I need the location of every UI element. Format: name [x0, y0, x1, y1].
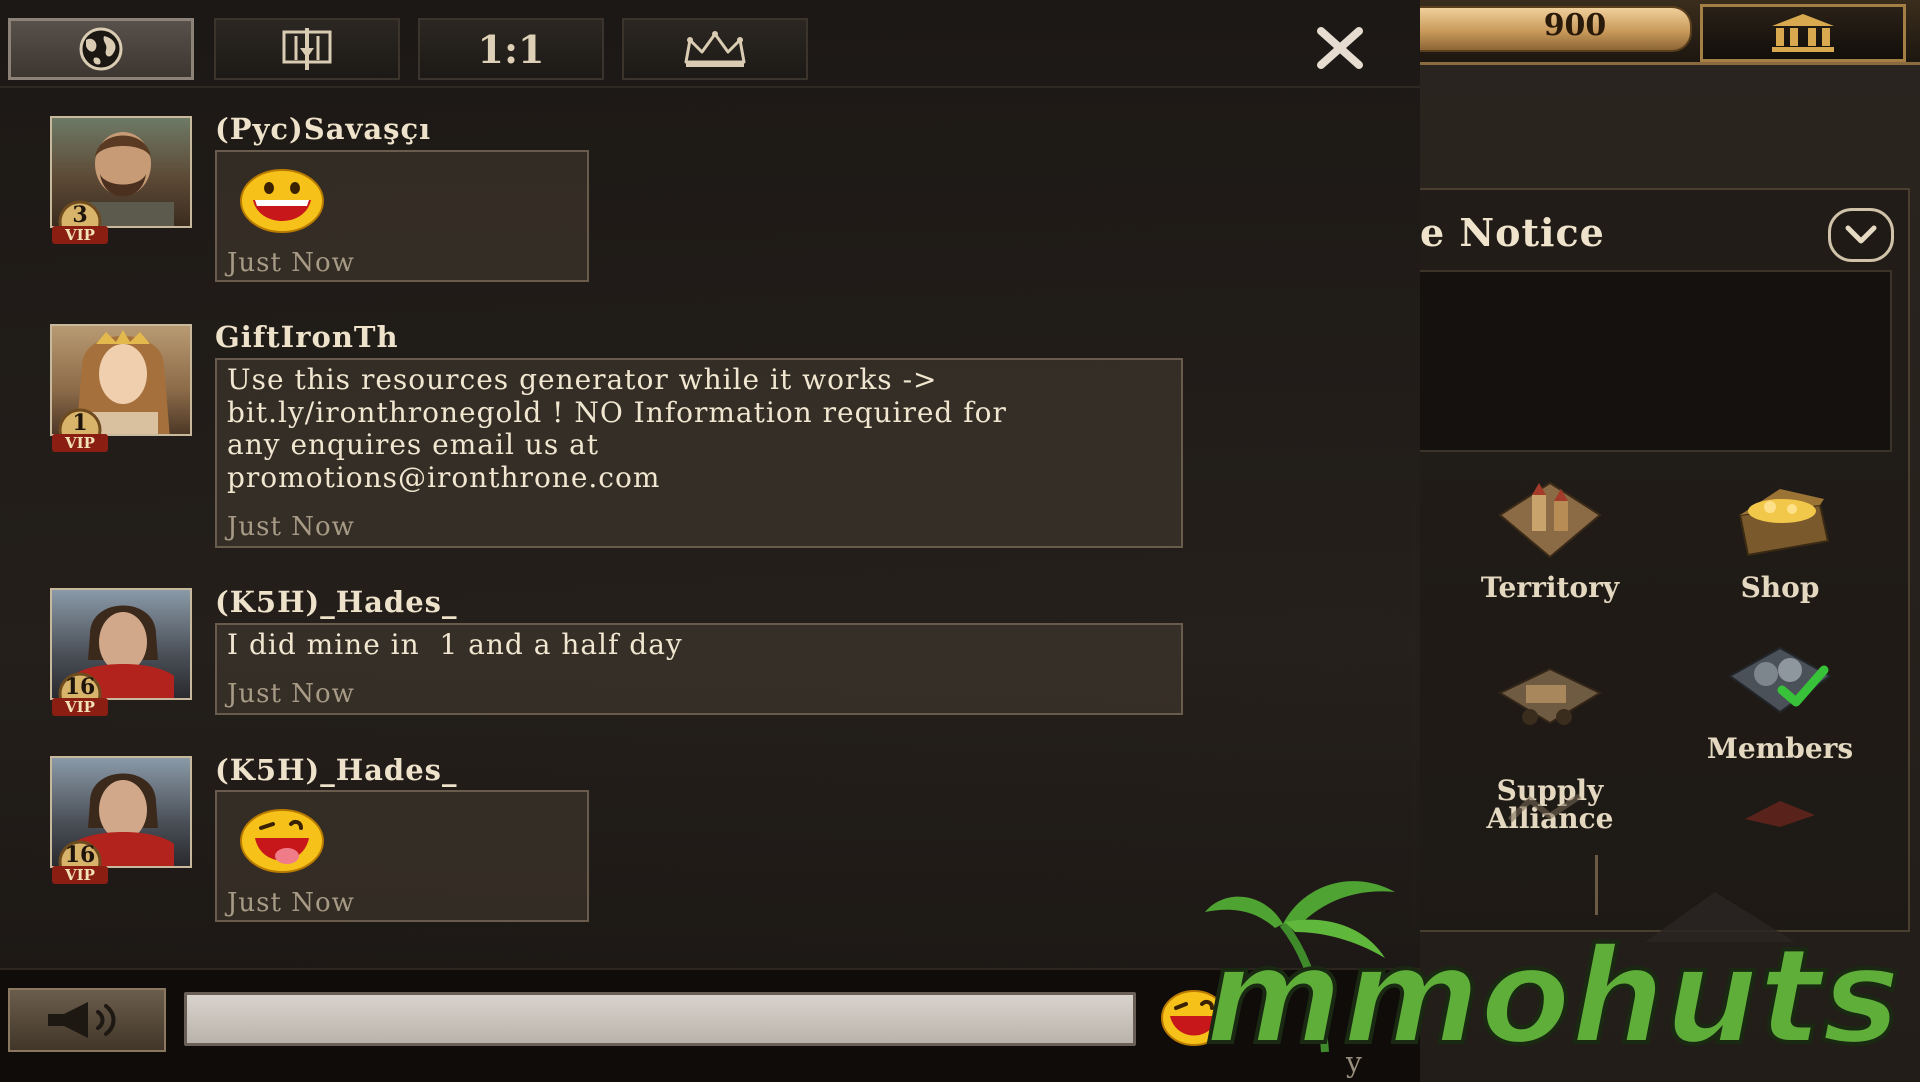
message-bubble: I did mine in 1 and a half day Just Now	[215, 623, 1183, 715]
territory-icon	[1498, 481, 1602, 559]
crown-icon	[684, 31, 746, 67]
alliance-banner-icon	[282, 28, 332, 70]
menu-territory[interactable]: Territory	[1460, 475, 1640, 604]
wink-tongue-emoji	[240, 809, 324, 873]
resource-value: 900	[1543, 8, 1607, 43]
message-sender[interactable]: (K5H)_Hades_	[215, 585, 457, 619]
message-time: Just Now	[227, 888, 355, 918]
menu-members-label: Members	[1706, 732, 1854, 765]
vip-badge: 16 VIP	[46, 840, 114, 894]
message-text: Use this resources generator while it wo…	[227, 363, 1007, 494]
vip-badge: 16 VIP	[46, 672, 114, 726]
menu-shop-label: Shop	[1740, 571, 1820, 604]
tabs-divider	[0, 86, 1420, 88]
stray-text: y	[1346, 1046, 1362, 1079]
vip-label: VIP	[52, 866, 108, 884]
message-sender[interactable]: (Pyc)Savaşçı	[215, 112, 431, 146]
vip-label: VIP	[52, 698, 108, 716]
grin-emoji	[240, 169, 324, 233]
close-icon	[1317, 27, 1363, 69]
message-sender[interactable]: (K5H)_Hades_	[215, 753, 457, 787]
supply-cart-icon	[1497, 667, 1603, 725]
message-bubble: Just Now	[215, 150, 589, 282]
vip-level: 16	[64, 674, 96, 700]
tab-world[interactable]	[8, 18, 194, 80]
chat-input[interactable]	[184, 992, 1136, 1046]
broadcast-button[interactable]	[8, 988, 166, 1052]
members-icon	[1728, 646, 1832, 714]
message-time: Just Now	[227, 512, 355, 542]
vip-level: 1	[72, 410, 88, 436]
bank-button[interactable]	[1700, 4, 1906, 62]
treasure-chest-icon	[1738, 489, 1830, 557]
vip-badge: 3 VIP	[46, 200, 114, 254]
message-time: Just Now	[227, 679, 355, 709]
watermark-logo: mmohuts	[1205, 881, 1902, 1062]
menu-territory-label: Territory	[1480, 571, 1620, 604]
close-button[interactable]	[1310, 18, 1370, 78]
chevron-down-icon	[1845, 225, 1877, 244]
vip-label: VIP	[52, 226, 108, 244]
megaphone-icon	[48, 1002, 116, 1038]
message-text: I did mine in 1 and a half day	[227, 628, 683, 661]
vip-label: VIP	[52, 434, 108, 452]
message-sender[interactable]: GiftIronTh	[215, 320, 399, 354]
menu-shop[interactable]: Shop	[1700, 475, 1860, 604]
vip-level: 16	[64, 842, 96, 868]
bank-icon	[1772, 14, 1834, 52]
tab-private-label: 1:1	[477, 26, 545, 72]
faded-menu-icon	[1745, 801, 1815, 827]
vip-level: 3	[72, 202, 88, 228]
vip-badge: 1 VIP	[46, 408, 114, 462]
notice-body	[1420, 270, 1892, 452]
watermark-text: mmohuts	[1205, 920, 1900, 1062]
message-bubble: Use this resources generator while it wo…	[215, 358, 1183, 548]
notice-title: e Notice	[1420, 210, 1605, 255]
notice-expand-button[interactable]	[1828, 208, 1894, 262]
faded-menu-icon	[1507, 793, 1582, 823]
message-bubble: Just Now	[215, 790, 589, 922]
tab-alliance[interactable]	[214, 18, 400, 80]
menu-members[interactable]: Members	[1690, 640, 1870, 765]
message-time: Just Now	[227, 248, 355, 278]
tab-kingdom[interactable]	[622, 18, 808, 80]
tab-private[interactable]: 1:1	[418, 18, 604, 80]
globe-icon	[79, 27, 123, 71]
